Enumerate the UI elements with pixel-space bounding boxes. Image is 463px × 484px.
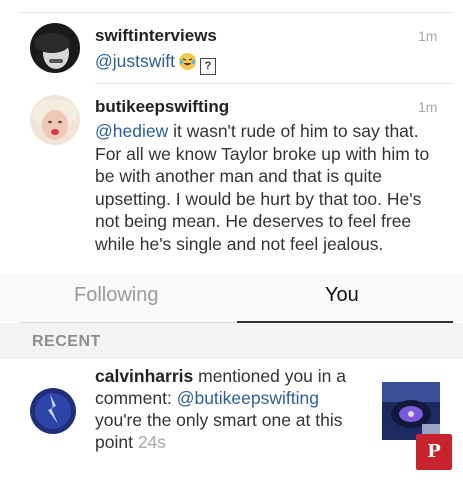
avatar[interactable] — [30, 95, 80, 145]
mention-link[interactable]: @justswift — [95, 51, 175, 71]
notification-username[interactable]: calvinharris — [95, 366, 193, 386]
activity-tab-bar: Following You — [0, 274, 463, 322]
avatar[interactable] — [30, 388, 76, 434]
recent-label: RECENT — [32, 333, 101, 350]
notification-text: calvinharris mentioned you in a comment:… — [95, 365, 370, 453]
pinterest-save-button[interactable]: P — [416, 434, 452, 470]
notification-timestamp: 24s — [137, 432, 167, 452]
comment-timestamp: 1m — [418, 99, 438, 115]
recent-section-header: RECENT — [0, 323, 463, 359]
avatar-image — [30, 95, 80, 145]
avatar[interactable] — [30, 23, 80, 73]
top-divider — [20, 12, 453, 13]
laughing-tears-emoji-icon — [179, 53, 196, 70]
missing-glyph-box-icon: ? — [200, 58, 216, 75]
post-thumbnail[interactable] — [382, 382, 440, 440]
pinterest-icon: P — [427, 441, 441, 462]
comment-username[interactable]: swiftinterviews — [95, 26, 217, 46]
avatar-image — [30, 23, 80, 73]
avatar-image — [30, 388, 76, 434]
mention-link[interactable]: @butikeepswifting — [177, 388, 319, 408]
mention-link[interactable]: @hediew — [95, 121, 168, 141]
comment-timestamp: 1m — [418, 28, 438, 44]
comment-body: @hediew it wasn't rude of him to say tha… — [95, 120, 440, 255]
comment-body: @justswift? — [95, 50, 425, 75]
post-thumbnail-image — [382, 382, 440, 440]
tab-following[interactable]: Following — [74, 284, 158, 307]
notification-comment: you're the only smart one at this point — [95, 410, 343, 452]
comment-divider — [95, 83, 453, 84]
comment-username[interactable]: butikeepswifting — [95, 97, 229, 117]
tab-you[interactable]: You — [325, 284, 359, 307]
